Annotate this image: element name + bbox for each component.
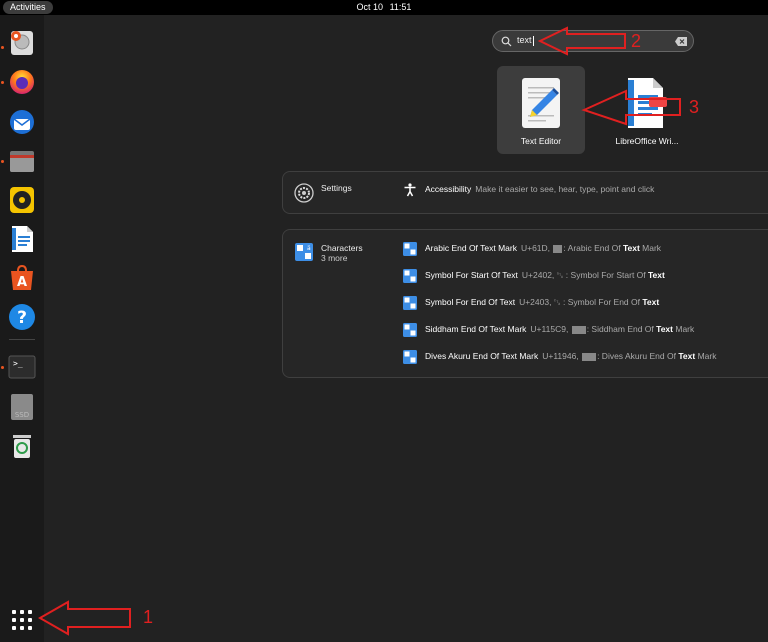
annotation-arrows xyxy=(37,26,681,636)
annotation-arrow-3 xyxy=(581,89,681,126)
annotation-number-1: 1 xyxy=(143,607,154,627)
annotation-number-3: 3 xyxy=(689,97,700,117)
annotation-arrow-1 xyxy=(37,600,131,636)
annotation-arrow-2 xyxy=(537,26,626,56)
annotation-number-2: 2 xyxy=(631,31,642,51)
